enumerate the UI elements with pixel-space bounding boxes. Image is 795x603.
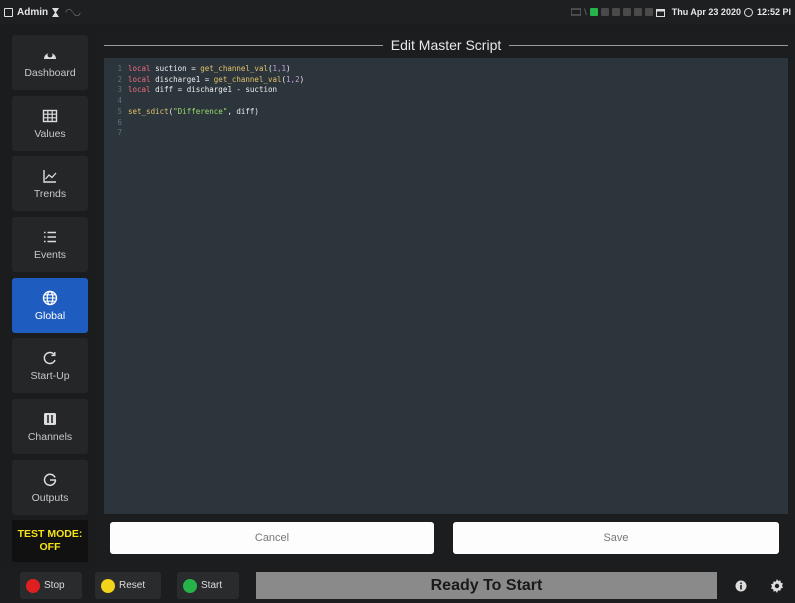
code-text: ) (286, 64, 291, 73)
start-button[interactable]: Start (177, 572, 239, 599)
date-text: Thu Apr 23 2020 (671, 7, 741, 17)
sidebar-item-outputs[interactable]: Outputs (12, 460, 88, 515)
sidebar-item-global[interactable]: Global (12, 278, 88, 333)
code-keyword: local (128, 74, 151, 84)
hourglass-icon (52, 7, 60, 17)
link-icon: \ (584, 7, 587, 17)
indicator-3 (611, 8, 620, 16)
sidebar-item-label: Global (34, 309, 66, 322)
indicator-6 (644, 8, 653, 16)
sidebar-item-trends[interactable]: Trends (12, 156, 88, 211)
sidebar-item-events[interactable]: Events (12, 217, 88, 272)
title-rule-left (104, 44, 383, 46)
code-keyword: local (128, 64, 151, 73)
sidebar-item-label: Dashboard (24, 66, 76, 79)
info-icon (735, 580, 747, 591)
code-line: 1 local suction = get_channel_val(1,1) (110, 64, 782, 75)
sidebar-item-label: Start-Up (30, 369, 70, 382)
control-bar: Stop Reset Start Ready To Start (0, 568, 795, 603)
code-line: 7 (110, 128, 782, 139)
sidebar-item-label: Trends (33, 187, 67, 200)
line-number: 2 (117, 74, 122, 84)
time-text: 12:52 PI (756, 7, 791, 17)
stop-label: Stop (44, 580, 65, 591)
test-mode-value: OFF (39, 541, 61, 553)
line-number: 4 (117, 96, 122, 106)
start-icon (183, 578, 197, 593)
sidebar-item-dashboard[interactable]: Dashboard (12, 35, 88, 90)
start-label: Start (201, 580, 223, 591)
code-args: 1,2 (286, 74, 300, 84)
code-args: 1,1 (272, 64, 287, 73)
reset-button[interactable]: Reset (95, 572, 161, 599)
gear-icon (771, 578, 783, 593)
network-icon (571, 8, 582, 16)
code-text: , diff) (227, 106, 259, 116)
user-name: Admin (17, 6, 49, 18)
sidebar-item-channels[interactable]: Channels (12, 399, 88, 454)
save-button[interactable]: Save (453, 522, 779, 554)
sidebar-item-startup[interactable]: Start-Up (12, 338, 88, 393)
code-string: "Difference" (173, 106, 228, 116)
sidebar-item-label: Values (34, 127, 66, 140)
status-bar: Admin ◠◡ \ Thu Apr 23 2020 12:52 PI (0, 0, 795, 24)
indicator-1 (589, 8, 598, 16)
reset-label: Reset (119, 580, 146, 591)
line-number: 5 (117, 106, 122, 116)
channels-icon (44, 412, 56, 425)
output-icon (43, 473, 57, 486)
line-number: 3 (117, 85, 122, 95)
indicator-5 (633, 8, 642, 16)
code-editor[interactable]: 1 local suction = get_channel_val(1,1) 2… (104, 58, 788, 514)
code-function: get_channel_val (200, 64, 268, 73)
stop-icon (26, 578, 40, 593)
code-line: 3 local diff = discharge1 - suction (110, 85, 782, 96)
user-area[interactable]: Admin ◠◡ (0, 7, 81, 18)
sidebar-item-label: Channels (27, 430, 73, 443)
editor-header: Edit Master Script (104, 34, 789, 56)
settings-button[interactable] (765, 572, 789, 599)
editor-actions: Cancel Save (110, 522, 782, 554)
globe-icon (42, 290, 58, 305)
code-function: get_channel_val (213, 74, 282, 84)
run-status-display: Ready To Start (256, 572, 717, 599)
code-text: diff = discharge1 - suction (150, 85, 278, 95)
clock-icon (743, 7, 753, 17)
code-keyword: local (128, 85, 151, 95)
code-text: discharge1 = (150, 74, 214, 84)
title-rule-right (509, 44, 789, 46)
test-mode-label: TEST MODE: (17, 528, 83, 540)
calendar-icon (655, 8, 665, 17)
code-line: 5 set_sdict("Difference", diff) (110, 107, 782, 118)
info-button[interactable] (729, 572, 753, 599)
sidebar-item-values[interactable]: Values (12, 96, 88, 151)
code-function: set_sdict (128, 106, 169, 116)
sidebar-item-label: Outputs (31, 491, 69, 504)
sidebar-item-label: Events (33, 248, 67, 261)
code-line: 6 (110, 118, 782, 129)
test-mode-indicator: TEST MODE: OFF (12, 520, 88, 562)
user-icon (4, 7, 13, 17)
indicator-2 (600, 8, 609, 16)
editor-title: Edit Master Script (390, 37, 502, 53)
dashboard-icon (44, 52, 56, 59)
refresh-icon (43, 351, 56, 364)
code-text: ) (299, 74, 305, 84)
code-line: 2 local discharge1 = get_channel_val(1,2… (110, 75, 782, 86)
indicator-4 (622, 8, 631, 16)
line-number: 6 (117, 117, 122, 127)
cancel-button[interactable]: Cancel (110, 522, 434, 554)
line-number: 7 (117, 128, 122, 138)
script-editor-panel: Edit Master Script 1 local suction = get… (96, 30, 795, 568)
reset-icon (101, 578, 115, 593)
stop-button[interactable]: Stop (20, 572, 82, 599)
grid-icon (42, 109, 58, 122)
code-line: 4 (110, 96, 782, 107)
wifi-icon: ◠◡ (65, 6, 81, 17)
code-text: suction = (150, 64, 201, 73)
chart-icon (43, 169, 57, 183)
list-icon (44, 231, 56, 242)
status-indicators: \ Thu Apr 23 2020 12:52 PI (571, 0, 791, 24)
line-number: 1 (117, 64, 122, 73)
